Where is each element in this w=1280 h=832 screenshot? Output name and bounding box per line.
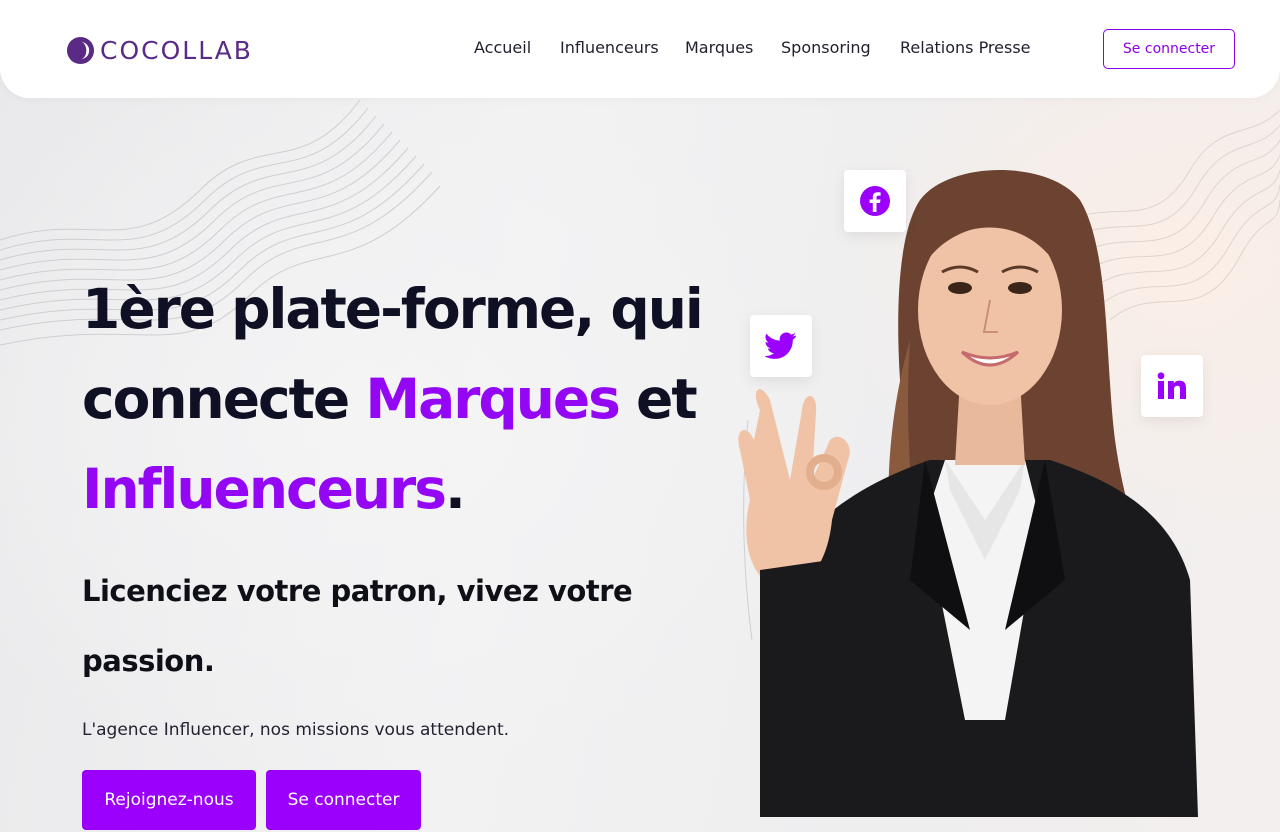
linkedin-button[interactable] [1141,355,1203,417]
nav-item-influenceurs[interactable]: Influenceurs [560,38,659,57]
brand-name: COCOLLAB [100,35,253,65]
top-navigation-bar: COCOLLAB Accueil Influenceurs Marques Sp… [0,0,1280,98]
hero-tagline: L'agence Influencer, nos missions vous a… [82,720,510,740]
landing-page: COCOLLAB Accueil Influenceurs Marques Sp… [0,0,1280,832]
nav-item-marques[interactable]: Marques [685,38,753,57]
brand-logo[interactable]: COCOLLAB [66,35,253,65]
hero-headline: 1ère plate-forme, qui connecte Marques e… [82,264,722,534]
subhead-line-1: Licenciez votre patron, vivez votre [82,574,633,608]
headline-text-et: et [618,367,698,431]
linkedin-icon [1157,372,1186,399]
facebook-button[interactable] [844,170,906,232]
headline-accent-influenceurs: Influenceurs [82,457,447,521]
woman-portrait-image [738,170,1198,817]
hero-login-button[interactable]: Se connecter [266,770,421,830]
header-login-button[interactable]: Se connecter [1103,29,1235,69]
headline-line-1: 1ère plate-forme, qui [82,277,704,341]
nav-item-sponsoring[interactable]: Sponsoring [781,38,871,57]
half-moon-circle-icon [66,36,95,64]
headline-accent-marques: Marques [365,367,621,431]
join-button[interactable]: Rejoignez-nous [82,770,256,830]
headline-period: . [444,457,466,521]
nav-item-accueil[interactable]: Accueil [474,38,531,57]
facebook-icon [860,186,890,216]
hero-subheading: Licenciez votre patron, vivez votre pass… [82,556,642,696]
subhead-line-2: passion. [82,644,215,678]
nav-item-relations-presse[interactable]: Relations Presse [900,38,1031,57]
headline-text: connecte [82,367,366,431]
twitter-button[interactable] [750,315,812,377]
twitter-icon [765,332,796,359]
